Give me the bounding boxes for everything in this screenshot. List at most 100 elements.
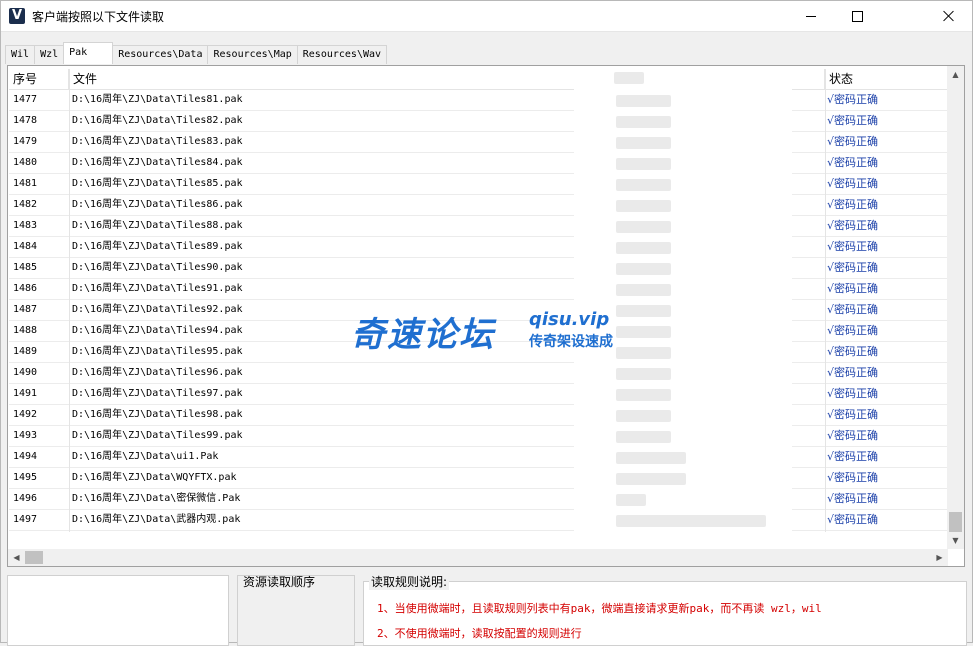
maximize-icon (851, 10, 863, 22)
scroll-right-arrow-icon[interactable]: ▶ (931, 549, 948, 566)
redacted-cell (616, 410, 671, 422)
tab-resources-data[interactable]: Resources\Data (112, 45, 209, 64)
table-row[interactable]: 1490 D:\16周年\ZJ\Data\Tiles96.pak √密码正确 (9, 363, 949, 384)
table-row[interactable]: 1484 D:\16周年\ZJ\Data\Tiles89.pak √密码正确 (9, 237, 949, 258)
vertical-scrollbar[interactable]: ▲ ▼ (947, 66, 964, 549)
close-icon (943, 10, 955, 22)
row-number: 1481 (13, 178, 38, 189)
row-status: √密码正确 (827, 513, 879, 526)
table-row[interactable]: 1485 D:\16周年\ZJ\Data\Tiles90.pak √密码正确 (9, 258, 949, 279)
redacted-cell (616, 158, 671, 170)
tab-resources-wav[interactable]: Resources\Wav (296, 45, 388, 64)
table-row[interactable]: 1495 D:\16周年\ZJ\Data\WQYFTX.pak √密码正确 (9, 468, 949, 489)
column-header-num[interactable]: 序号 (9, 69, 69, 89)
redacted-column (574, 66, 792, 537)
redacted-cell (616, 179, 671, 191)
row-status: √密码正确 (827, 135, 879, 148)
row-file-path: D:\16周年\ZJ\Data\Tiles98.pak (72, 409, 243, 420)
row-number: 1477 (13, 94, 38, 105)
table-row[interactable]: 1480 D:\16周年\ZJ\Data\Tiles84.pak √密码正确 (9, 153, 949, 174)
redacted-cell (616, 137, 671, 149)
row-number: 1480 (13, 157, 38, 168)
vertical-scroll-thumb[interactable] (949, 512, 962, 532)
column-header-status[interactable]: 状态 (825, 69, 949, 89)
window-title: 客户端按照以下文件读取 (32, 9, 165, 24)
table-row[interactable]: 1479 D:\16周年\ZJ\Data\Tiles83.pak √密码正确 (9, 132, 949, 153)
row-file-path: D:\16周年\ZJ\Data\Tiles99.pak (72, 430, 243, 441)
table-row[interactable]: 1493 D:\16周年\ZJ\Data\Tiles99.pak √密码正确 (9, 426, 949, 447)
row-number: 1492 (13, 409, 38, 420)
resource-order-label: 资源读取顺序 (243, 575, 316, 589)
row-status: √密码正确 (827, 408, 879, 421)
rule-text-2: 2、不使用微端时，读取按配置的规则进行 (377, 627, 582, 640)
row-number: 1483 (13, 220, 38, 231)
tab-wzl[interactable]: Wzl (34, 45, 65, 64)
scroll-down-arrow-icon[interactable]: ▼ (947, 532, 964, 549)
watermark-main: 奇速论坛 (351, 315, 495, 355)
table-row[interactable]: 1481 D:\16周年\ZJ\Data\Tiles85.pak √密码正确 (9, 174, 949, 195)
row-file-path: D:\16周年\ZJ\Data\密保微信.Pak (72, 493, 241, 504)
row-status: √密码正确 (827, 177, 879, 190)
redacted-cell (616, 494, 646, 506)
close-button[interactable] (926, 1, 972, 31)
table-row[interactable]: 1477 D:\16周年\ZJ\Data\Tiles81.pak √密码正确 (9, 90, 949, 111)
row-status: √密码正确 (827, 492, 879, 505)
row-status: √密码正确 (827, 450, 879, 463)
row-status: √密码正确 (827, 198, 879, 211)
table-row[interactable]: 1497 D:\16周年\ZJ\Data\武器内观.pak √密码正确 (9, 510, 949, 531)
row-number: 1478 (13, 115, 38, 126)
scroll-up-arrow-icon[interactable]: ▲ (947, 66, 964, 83)
watermark: 奇速论坛 qisu.vip 传奇架设速成 (351, 307, 651, 357)
row-file-path: D:\16周年\ZJ\Data\Tiles81.pak (72, 94, 243, 105)
tab-pak[interactable]: Pak (63, 42, 114, 64)
row-file-path: D:\16周年\ZJ\Data\Tiles97.pak (72, 388, 243, 399)
row-file-path: D:\16周年\ZJ\Data\Tiles88.pak (72, 220, 243, 231)
redacted-cell (616, 242, 671, 254)
table-row[interactable]: 1496 D:\16周年\ZJ\Data\密保微信.Pak √密码正确 (9, 489, 949, 510)
horizontal-scroll-thumb[interactable] (25, 551, 43, 564)
table-row[interactable]: 1492 D:\16周年\ZJ\Data\Tiles98.pak √密码正确 (9, 405, 949, 426)
title-bar: V 客户端按照以下文件读取 (1, 1, 972, 32)
scroll-left-arrow-icon[interactable]: ◀ (8, 549, 25, 566)
row-number: 1496 (13, 493, 38, 504)
row-file-path: D:\16周年\ZJ\Data\Tiles86.pak (72, 199, 243, 210)
tab-wil[interactable]: Wil (5, 45, 36, 64)
redacted-cell (616, 473, 686, 485)
redacted-cell (616, 284, 671, 296)
redacted-cell (616, 389, 671, 401)
row-number: 1495 (13, 472, 38, 483)
row-number: 1493 (13, 430, 38, 441)
row-number: 1497 (13, 514, 38, 525)
row-number: 1491 (13, 388, 38, 399)
table-row[interactable]: 1483 D:\16周年\ZJ\Data\Tiles88.pak √密码正确 (9, 216, 949, 237)
watermark-url: qisu.vip (529, 309, 610, 330)
row-file-path: D:\16周年\ZJ\Data\Tiles84.pak (72, 157, 243, 168)
table-row[interactable]: 1486 D:\16周年\ZJ\Data\Tiles91.pak √密码正确 (9, 279, 949, 300)
maximize-button[interactable] (834, 1, 880, 31)
table-row[interactable]: 1482 D:\16周年\ZJ\Data\Tiles86.pak √密码正确 (9, 195, 949, 216)
row-status: √密码正确 (827, 282, 879, 295)
row-status: √密码正确 (827, 387, 879, 400)
table-row[interactable]: 1478 D:\16周年\ZJ\Data\Tiles82.pak √密码正确 (9, 111, 949, 132)
row-file-path: D:\16周年\ZJ\Data\武器内观.pak (72, 514, 241, 525)
tab-resources-map[interactable]: Resources\Map (207, 45, 298, 64)
row-number: 1486 (13, 283, 38, 294)
row-number: 1488 (13, 325, 38, 336)
row-number: 1490 (13, 367, 38, 378)
redacted-cell (616, 368, 671, 380)
horizontal-scrollbar[interactable]: ◀ ▶ (8, 549, 948, 566)
row-status: √密码正确 (827, 219, 879, 232)
row-file-path: D:\16周年\ZJ\Data\Tiles85.pak (72, 178, 243, 189)
app-icon: V (9, 8, 25, 24)
table-row[interactable]: 1494 D:\16周年\ZJ\Data\ui1.Pak √密码正确 (9, 447, 949, 468)
list-header: 序号 文件 状态 (9, 69, 949, 90)
minimize-button[interactable] (788, 1, 834, 31)
redacted-cell (616, 431, 671, 443)
row-status: √密码正确 (827, 366, 879, 379)
redacted-cell (616, 221, 671, 233)
row-number: 1494 (13, 451, 38, 462)
table-row[interactable]: 1491 D:\16周年\ZJ\Data\Tiles97.pak √密码正确 (9, 384, 949, 405)
redacted-cell (616, 95, 671, 107)
row-status: √密码正确 (827, 471, 879, 484)
row-status: √密码正确 (827, 156, 879, 169)
